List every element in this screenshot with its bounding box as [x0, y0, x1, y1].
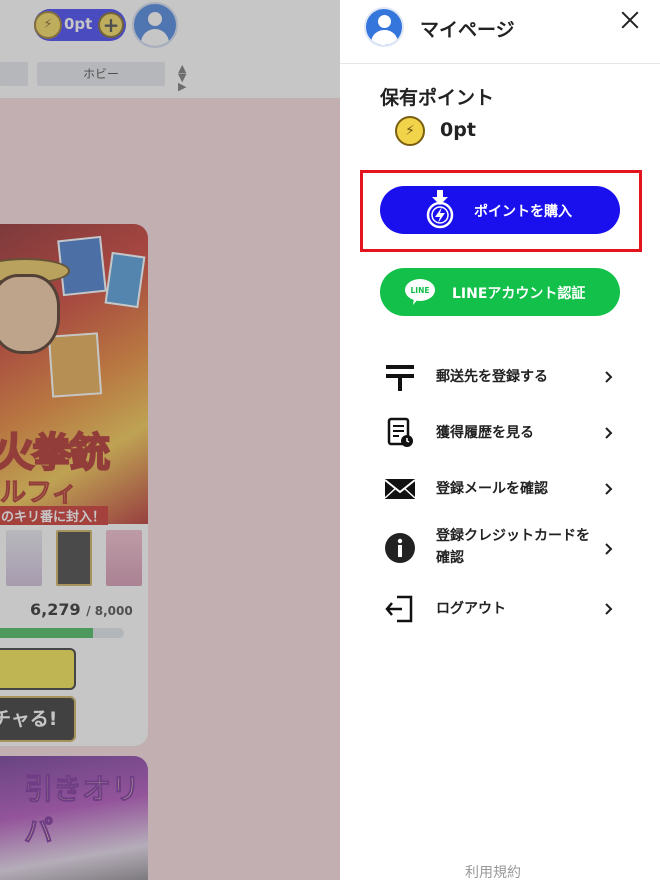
info-icon	[385, 533, 415, 563]
line-auth-button[interactable]: LINE LINEアカウント認証	[380, 268, 620, 316]
close-icon[interactable]	[616, 6, 644, 34]
menu-item-logout[interactable]: ログアウト	[380, 592, 620, 626]
line-logo-icon: LINE	[405, 279, 435, 305]
menu-item-label: 獲得履歴を見る	[436, 425, 534, 441]
points-label: 保有ポイント	[380, 87, 495, 109]
terms-link[interactable]: 利用規約	[465, 862, 521, 880]
background-page: ⚡ 0pt + ホビー ▲ ▼ ▶ 火拳銃 ルフィ のキリ番に封入！ 6,279 /	[0, 0, 340, 880]
menu-item-history[interactable]: 獲得履歴を見る	[380, 416, 620, 450]
postal-mark-icon	[386, 365, 414, 391]
mypage-drawer: マイページ 保有ポイント ⚡ 0pt ポイントを購入 LINE LINEアカウン…	[340, 0, 660, 880]
menu-item-label: 登録メールを確認	[436, 481, 548, 497]
menu-item-email[interactable]: 登録メールを確認	[380, 472, 620, 506]
mail-icon	[384, 479, 416, 499]
chevron-right-icon	[605, 427, 613, 439]
chevron-right-icon	[605, 371, 613, 383]
coin-icon: ⚡	[395, 116, 425, 146]
buy-points-label: ポイントを購入	[474, 204, 572, 220]
chevron-right-icon	[605, 603, 613, 615]
avatar-head	[378, 15, 391, 28]
menu-item-label: ログアウト	[436, 601, 506, 617]
avatar	[364, 7, 404, 47]
menu-item-credit-card[interactable]: 登録クレジットカードを確認	[380, 524, 620, 572]
drawer-title: マイページ	[420, 19, 515, 41]
modal-backdrop[interactable]	[0, 0, 340, 880]
history-document-icon	[387, 417, 413, 447]
menu-item-label: 登録クレジットカードを確認	[436, 528, 590, 566]
logout-icon	[385, 595, 413, 623]
lightning-download-icon	[426, 190, 454, 229]
buy-points-button[interactable]: ポイントを購入	[380, 186, 620, 234]
chevron-right-icon	[605, 543, 613, 555]
points-value: 0pt	[440, 119, 476, 141]
menu-item-register-address[interactable]: 郵送先を登録する	[380, 360, 620, 394]
line-auth-label: LINEアカウント認証	[452, 286, 586, 302]
drawer-header: マイページ	[340, 0, 660, 64]
line-logo-text: LINE	[411, 286, 430, 295]
chevron-right-icon	[605, 483, 613, 495]
avatar-body	[371, 30, 398, 45]
menu-item-label: 郵送先を登録する	[436, 369, 548, 385]
